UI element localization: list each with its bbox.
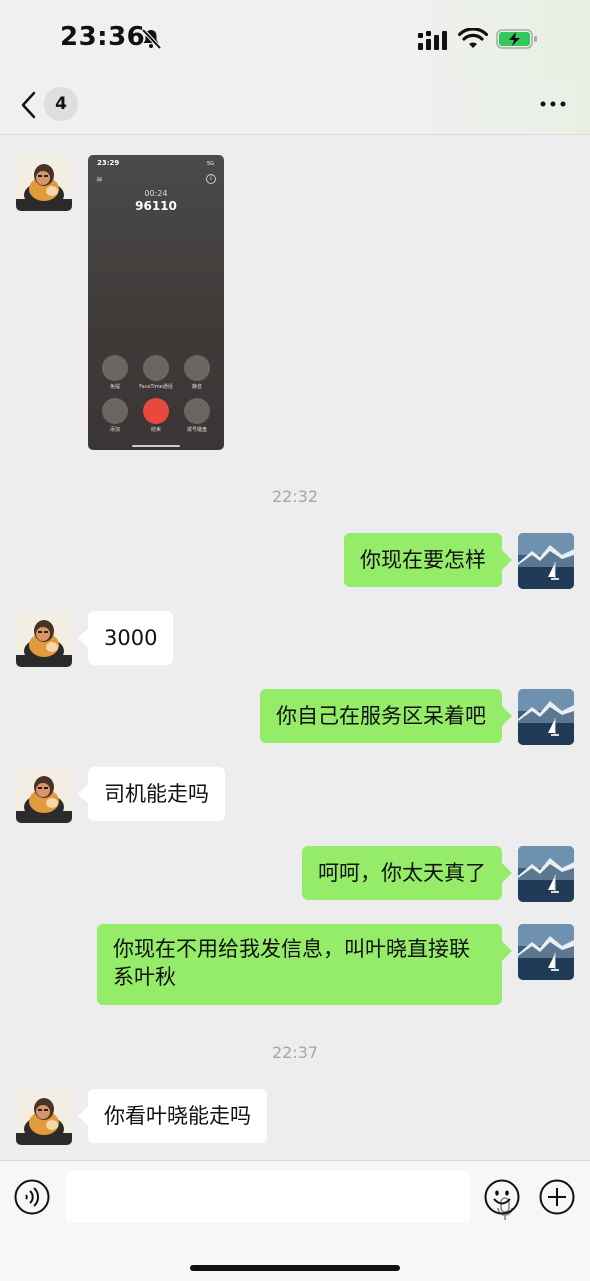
end-call-icon — [143, 398, 169, 424]
screenshot-network: 5G — [206, 161, 214, 167]
chat-nav-bar: 4 — [0, 78, 590, 135]
audio-wave-icon: ≋ — [96, 175, 103, 184]
my-avatar[interactable] — [518, 924, 574, 980]
my-avatar[interactable] — [518, 846, 574, 902]
message-timestamp: 22:32 — [271, 487, 319, 506]
my-avatar[interactable] — [518, 689, 574, 745]
my-avatar[interactable] — [518, 533, 574, 589]
voice-icon[interactable] — [14, 1179, 50, 1215]
message-timestamp: 22:37 — [271, 1043, 319, 1062]
message-input-bar — [0, 1160, 590, 1281]
cellular-signal-icon — [418, 31, 447, 50]
status-time: 23:36 — [60, 22, 146, 52]
outgoing-message[interactable]: 呵呵，你太天真了 — [302, 846, 502, 900]
outgoing-message[interactable]: 你现在不用给我发信息，叫叶晓直接联系叶秋 — [97, 924, 502, 1005]
message-text: 3000 — [104, 626, 158, 650]
incoming-message[interactable]: 你看叶晓能走吗 — [88, 1089, 267, 1143]
add-call-icon — [102, 398, 128, 424]
speaker-icon — [102, 355, 128, 381]
contact-avatar[interactable] — [16, 767, 72, 823]
unread-count-badge[interactable]: 4 — [44, 87, 78, 121]
emoji-icon[interactable] — [484, 1179, 520, 1215]
info-icon: i — [206, 174, 216, 184]
bell-slash-icon — [141, 28, 162, 50]
outgoing-message[interactable]: 你现在要怎样 — [344, 533, 502, 587]
plus-icon[interactable] — [539, 1179, 575, 1215]
message-text: 你现在要怎样 — [360, 548, 486, 572]
call-button-label: 静音 — [191, 384, 202, 390]
message-text: 你看叶晓能走吗 — [104, 1104, 251, 1128]
keypad-icon — [184, 398, 210, 424]
contact-avatar[interactable] — [16, 1089, 72, 1145]
call-button-label: 拨号键盘 — [186, 427, 207, 433]
screenshot-home-bar — [132, 445, 180, 447]
ellipsis-icon[interactable] — [538, 94, 568, 114]
message-input[interactable] — [66, 1171, 513, 1223]
call-screenshot-image[interactable]: 23:29 5G ≋ i 00:24 96110 免提 FaceTime通话 静… — [88, 155, 224, 450]
facetime-icon — [143, 355, 169, 381]
contact-avatar[interactable] — [16, 155, 72, 211]
battery-charging-icon — [496, 29, 537, 49]
incoming-message[interactable]: 3000 — [88, 611, 174, 665]
message-text: 你现在不用给我发信息，叫叶晓直接联系叶秋 — [113, 937, 470, 989]
contact-avatar[interactable] — [16, 611, 72, 667]
home-indicator — [190, 1265, 400, 1271]
status-bar: 23:36 — [0, 0, 590, 78]
message-text: 你自己在服务区呆着吧 — [276, 704, 486, 728]
mute-icon — [184, 355, 210, 381]
wifi-icon — [458, 28, 488, 48]
screenshot-status-time: 23:29 — [97, 159, 120, 167]
call-duration: 00:24 — [144, 189, 168, 198]
message-text: 呵呵，你太天真了 — [318, 861, 486, 885]
call-number: 96110 — [135, 199, 177, 213]
outgoing-message[interactable]: 你自己在服务区呆着吧 — [260, 689, 502, 743]
incoming-message[interactable]: 司机能走吗 — [88, 767, 225, 821]
chevron-left-icon[interactable] — [18, 90, 40, 120]
message-text: 司机能走吗 — [104, 782, 209, 806]
